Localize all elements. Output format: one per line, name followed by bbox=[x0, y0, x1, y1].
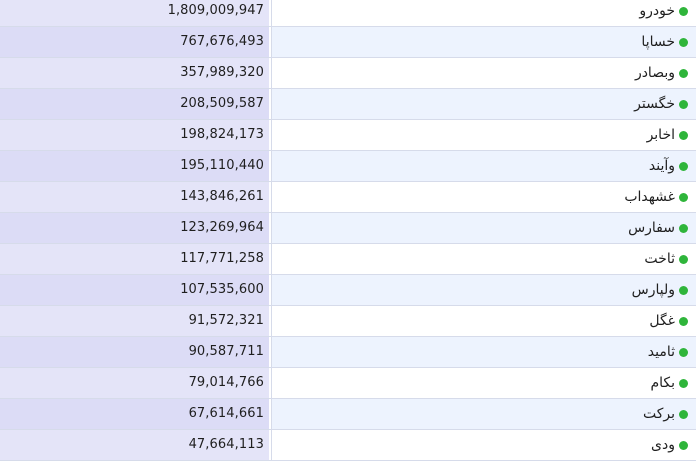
symbol-cell: غشهداب bbox=[271, 182, 696, 212]
volume-value: 79,014,766 bbox=[0, 368, 270, 398]
table-row[interactable]: 767,676,493 خساپا bbox=[0, 27, 696, 58]
symbol-name[interactable]: غشهداب bbox=[624, 182, 675, 212]
status-dot-icon bbox=[679, 316, 688, 326]
symbol-name[interactable]: ثامید bbox=[648, 337, 675, 367]
table-row[interactable]: 90,587,711 ثامید bbox=[0, 337, 696, 368]
symbol-name[interactable]: ثاخت bbox=[644, 244, 675, 274]
table-row[interactable]: 117,771,258 ثاخت bbox=[0, 244, 696, 275]
status-dot-icon bbox=[679, 223, 688, 233]
symbol-name[interactable]: اخابر bbox=[647, 120, 675, 150]
symbol-name[interactable]: خودرو bbox=[639, 0, 675, 26]
symbol-cell: خگستر bbox=[271, 89, 696, 119]
volume-value: 91,572,321 bbox=[0, 306, 270, 336]
symbol-cell: ودی bbox=[271, 430, 696, 460]
symbol-cell: وبصادر bbox=[271, 58, 696, 88]
volume-value: 195,110,440 bbox=[0, 151, 270, 181]
table-row[interactable]: 107,535,600 ولپارس bbox=[0, 275, 696, 306]
status-dot-icon bbox=[679, 285, 688, 295]
volume-value: 67,614,661 bbox=[0, 399, 270, 429]
status-dot-icon bbox=[679, 161, 688, 171]
volume-value: 1,809,009,947 bbox=[0, 0, 270, 26]
symbol-cell: سفارس bbox=[271, 213, 696, 243]
table-row[interactable]: 357,989,320 وبصادر bbox=[0, 58, 696, 89]
status-dot-icon bbox=[679, 192, 688, 202]
status-dot-icon bbox=[679, 68, 688, 78]
symbol-cell: خساپا bbox=[271, 27, 696, 57]
volume-value: 198,824,173 bbox=[0, 120, 270, 150]
symbol-cell: بکام bbox=[271, 368, 696, 398]
volume-value: 107,535,600 bbox=[0, 275, 270, 305]
status-dot-icon bbox=[679, 440, 688, 450]
status-dot-icon bbox=[679, 347, 688, 357]
symbol-name[interactable]: ودی bbox=[651, 430, 675, 460]
status-dot-icon bbox=[679, 409, 688, 419]
volume-value: 357,989,320 bbox=[0, 58, 270, 88]
symbol-cell: ثامید bbox=[271, 337, 696, 367]
volume-value: 90,587,711 bbox=[0, 337, 270, 367]
volume-value: 123,269,964 bbox=[0, 213, 270, 243]
status-dot-icon bbox=[679, 378, 688, 388]
table-row[interactable]: 208,509,587 خگستر bbox=[0, 89, 696, 120]
volume-value: 767,676,493 bbox=[0, 27, 270, 57]
symbol-cell: وآیند bbox=[271, 151, 696, 181]
volume-value: 47,664,113 bbox=[0, 430, 270, 460]
table-row[interactable]: 47,664,113 ودی bbox=[0, 430, 696, 461]
symbol-name[interactable]: برکت bbox=[643, 399, 675, 429]
symbol-cell: برکت bbox=[271, 399, 696, 429]
status-dot-icon bbox=[679, 6, 688, 16]
symbol-name[interactable]: سفارس bbox=[628, 213, 675, 243]
status-dot-icon bbox=[679, 37, 688, 47]
table-row[interactable]: 91,572,321 غگل bbox=[0, 306, 696, 337]
status-dot-icon bbox=[679, 130, 688, 140]
symbol-name[interactable]: خگستر bbox=[634, 89, 675, 119]
table-row[interactable]: 143,846,261 غشهداب bbox=[0, 182, 696, 213]
table-row[interactable]: 1,809,009,947 خودرو bbox=[0, 0, 696, 27]
table-row[interactable]: 195,110,440 وآیند bbox=[0, 151, 696, 182]
volume-value: 143,846,261 bbox=[0, 182, 270, 212]
symbol-name[interactable]: خساپا bbox=[641, 27, 675, 57]
symbol-cell: غگل bbox=[271, 306, 696, 336]
symbol-name[interactable]: ولپارس bbox=[632, 275, 675, 305]
symbol-cell: خودرو bbox=[271, 0, 696, 26]
volume-value: 117,771,258 bbox=[0, 244, 270, 274]
symbol-cell: ولپارس bbox=[271, 275, 696, 305]
symbol-cell: ثاخت bbox=[271, 244, 696, 274]
trading-volume-table: 1,809,009,947 خودرو 767,676,493 خساپا 35… bbox=[0, 0, 696, 461]
table-row[interactable]: 79,014,766 بکام bbox=[0, 368, 696, 399]
status-dot-icon bbox=[679, 254, 688, 264]
symbol-name[interactable]: وبصادر bbox=[635, 58, 675, 88]
table-row[interactable]: 67,614,661 برکت bbox=[0, 399, 696, 430]
symbol-name[interactable]: وآیند bbox=[649, 151, 675, 181]
volume-value: 208,509,587 bbox=[0, 89, 270, 119]
symbol-name[interactable]: بکام bbox=[650, 368, 675, 398]
symbol-name[interactable]: غگل bbox=[649, 306, 675, 336]
status-dot-icon bbox=[679, 99, 688, 109]
table-row[interactable]: 198,824,173 اخابر bbox=[0, 120, 696, 151]
table-row[interactable]: 123,269,964 سفارس bbox=[0, 213, 696, 244]
symbol-cell: اخابر bbox=[271, 120, 696, 150]
